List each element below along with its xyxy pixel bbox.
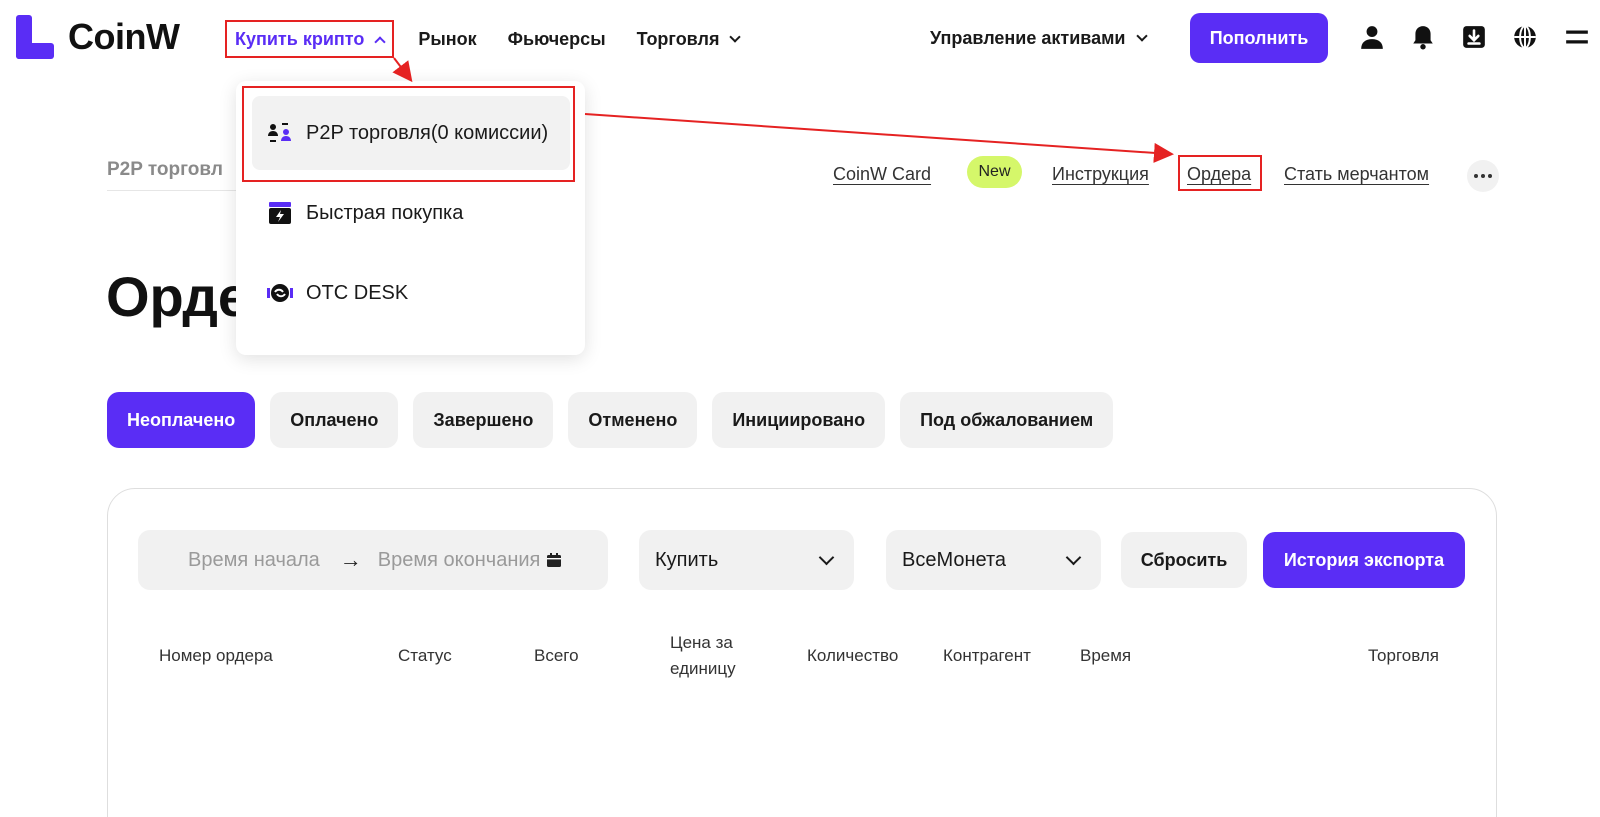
arrow-right-icon: → [339, 547, 362, 572]
nav-futures[interactable]: Фьючерсы [508, 21, 606, 57]
tab-initiated[interactable]: Инициировано [712, 392, 886, 448]
tab-paid[interactable]: Оплачено [270, 392, 399, 448]
nav-buy-crypto[interactable]: Купить крипто [225, 20, 395, 58]
end-time-input[interactable]: Время окончания [378, 549, 541, 572]
coinw-logo-icon [16, 15, 54, 59]
top-navbar: CoinW Купить крипто Рынок Фьючерсы Торго… [0, 0, 1600, 78]
annotation-arrow-to-orders [584, 113, 1174, 163]
start-time-input[interactable]: Время начала [188, 549, 320, 572]
coin-select-value: ВсеМонета [902, 548, 1007, 571]
new-badge: New [967, 156, 1022, 188]
order-status-tabs: Неоплачено Оплачено Завершено Отменено И… [107, 392, 1114, 448]
instructions-link[interactable]: Инструкция [1052, 164, 1149, 185]
column-header-trade: Торговля [1368, 646, 1440, 665]
column-header-quantity: Количество [807, 646, 899, 665]
nav-market[interactable]: Рынок [418, 21, 476, 57]
column-header-unit-price: Цена за единицу [670, 633, 736, 678]
tab-cancelled[interactable]: Отменено [568, 392, 698, 448]
side-select-value: Купить [655, 548, 719, 571]
chevron-up-icon [374, 35, 387, 48]
orders-annotation-box [1178, 155, 1262, 191]
deposit-button[interactable]: Пополнить [1190, 13, 1328, 63]
chevron-down-icon [1135, 30, 1148, 42]
column-header-total: Всего [534, 646, 579, 665]
chevron-down-icon [729, 31, 742, 43]
asset-management-label: Управление активами [930, 27, 1126, 48]
side-select[interactable]: Купить [639, 530, 854, 590]
tab-under-appeal[interactable]: Под обжалованием [900, 392, 1114, 448]
quick-buy-icon [266, 199, 294, 227]
tab-unpaid[interactable]: Неоплачено [107, 392, 256, 448]
column-header-time: Время [1080, 646, 1132, 665]
dot-icon [1481, 174, 1485, 178]
menu-icon[interactable] [1564, 24, 1590, 50]
reset-button[interactable]: Сбросить [1121, 532, 1247, 588]
nav-trade-label: Торговля [636, 28, 720, 49]
more-options-button[interactable] [1467, 160, 1499, 192]
calendar-icon [547, 553, 562, 567]
column-header-counterparty: Контрагент [943, 646, 1031, 665]
date-range-picker[interactable]: Время начала → Время окончания [138, 530, 608, 590]
page-title: Орде [106, 265, 250, 328]
column-header-order-number: Номер ордера [159, 646, 273, 665]
coinw-card-link[interactable]: CoinW Card [833, 164, 931, 185]
dropdown-item-label: Быстрая покупка [306, 201, 464, 224]
dropdown-item-otc[interactable]: OTC DESK [252, 256, 570, 330]
otc-icon [266, 279, 294, 307]
nav-asset-management[interactable]: Управление активами [930, 20, 1148, 56]
bell-icon[interactable] [1410, 24, 1436, 50]
globe-icon[interactable] [1512, 24, 1538, 50]
main-nav: Купить крипто Рынок Фьючерсы Торговля [225, 20, 742, 58]
dot-icon [1488, 174, 1492, 178]
column-header-status: Статус [398, 646, 452, 665]
download-icon[interactable] [1461, 24, 1487, 50]
chevron-down-icon [1065, 549, 1082, 566]
chevron-down-icon [818, 549, 835, 566]
coinw-logo[interactable]: CoinW [16, 15, 180, 59]
become-merchant-link[interactable]: Стать мерчантом [1284, 164, 1429, 185]
nav-buy-crypto-label: Купить крипто [235, 28, 365, 49]
coin-select[interactable]: ВсеМонета [886, 530, 1101, 590]
dot-icon [1474, 174, 1478, 178]
logo-text: CoinW [68, 16, 180, 57]
user-icon[interactable] [1359, 24, 1385, 50]
dropdown-item-quick-buy[interactable]: Быстрая покупка [252, 176, 570, 250]
export-history-button[interactable]: История экспорта [1263, 532, 1465, 588]
nav-trade[interactable]: Торговля [636, 21, 742, 57]
dropdown-item-label: OTC DESK [306, 281, 409, 304]
p2p-annotation-box [242, 86, 575, 182]
tab-completed[interactable]: Завершено [413, 392, 554, 448]
